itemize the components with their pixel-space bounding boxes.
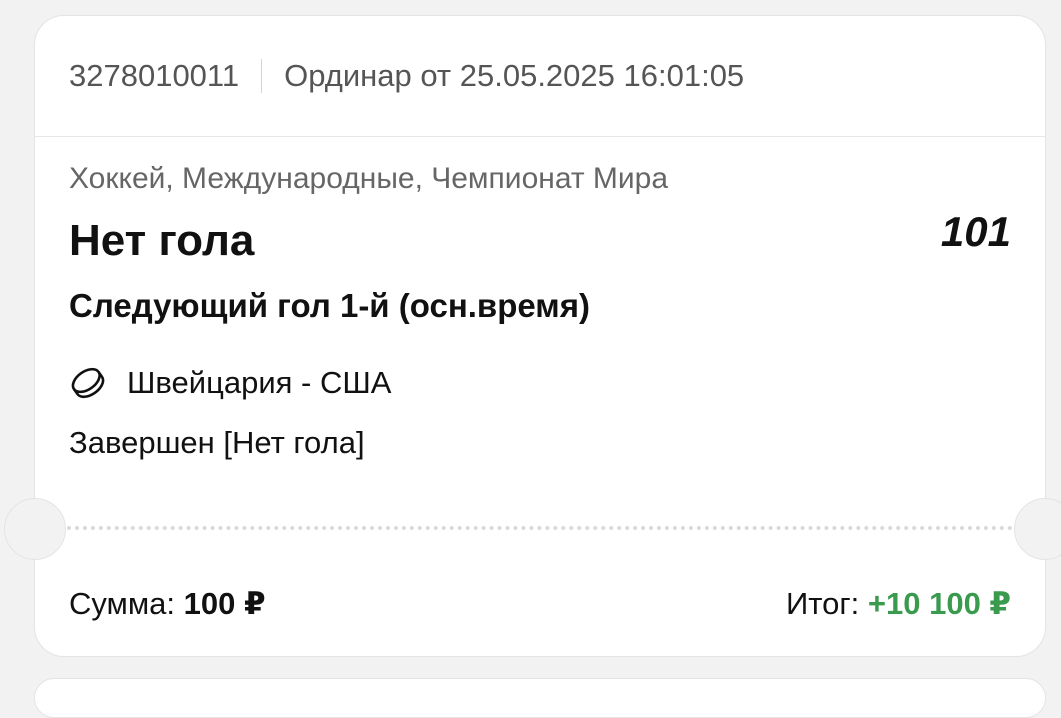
bet-ticket-card[interactable]: 3278010011 Ординар от 25.05.2025 16:01:0… [4,15,1061,657]
ticket-notch-left [4,498,66,560]
bet-status: Завершен [Нет гола] [69,425,365,460]
hockey-puck-icon [69,364,107,402]
bet-id: 3278010011 [69,58,240,93]
bet-type-date: Ординар от 25.05.2025 16:01:05 [284,58,745,93]
bet-market: Следующий гол 1-й (осн.время) [69,287,590,324]
bet-odds: 101 [940,208,1011,255]
stake-label: Сумма: [69,586,176,621]
match-row[interactable]: Швейцария - США [69,364,391,402]
header-divider [261,59,263,93]
result-value: +10 100 ₽ [867,586,1011,621]
match-teams: Швейцария - США [127,365,392,400]
result-row: Итог: +10 100 ₽ [786,586,1011,622]
result-label: Итог: [785,586,860,621]
event-category: Хоккей, Международные, Чемпионат Мира [69,162,669,195]
ticket-notch-right [1014,498,1061,560]
stake-row: Сумма: 100 ₽ [69,586,266,622]
ticket-header: 3278010011 Ординар от 25.05.2025 16:01:0… [35,16,1045,137]
next-bet-card[interactable] [34,678,1046,718]
ticket-perforation [67,526,1013,530]
stake-value: 100 ₽ [183,586,266,621]
bet-outcome: Нет гола [69,216,255,265]
